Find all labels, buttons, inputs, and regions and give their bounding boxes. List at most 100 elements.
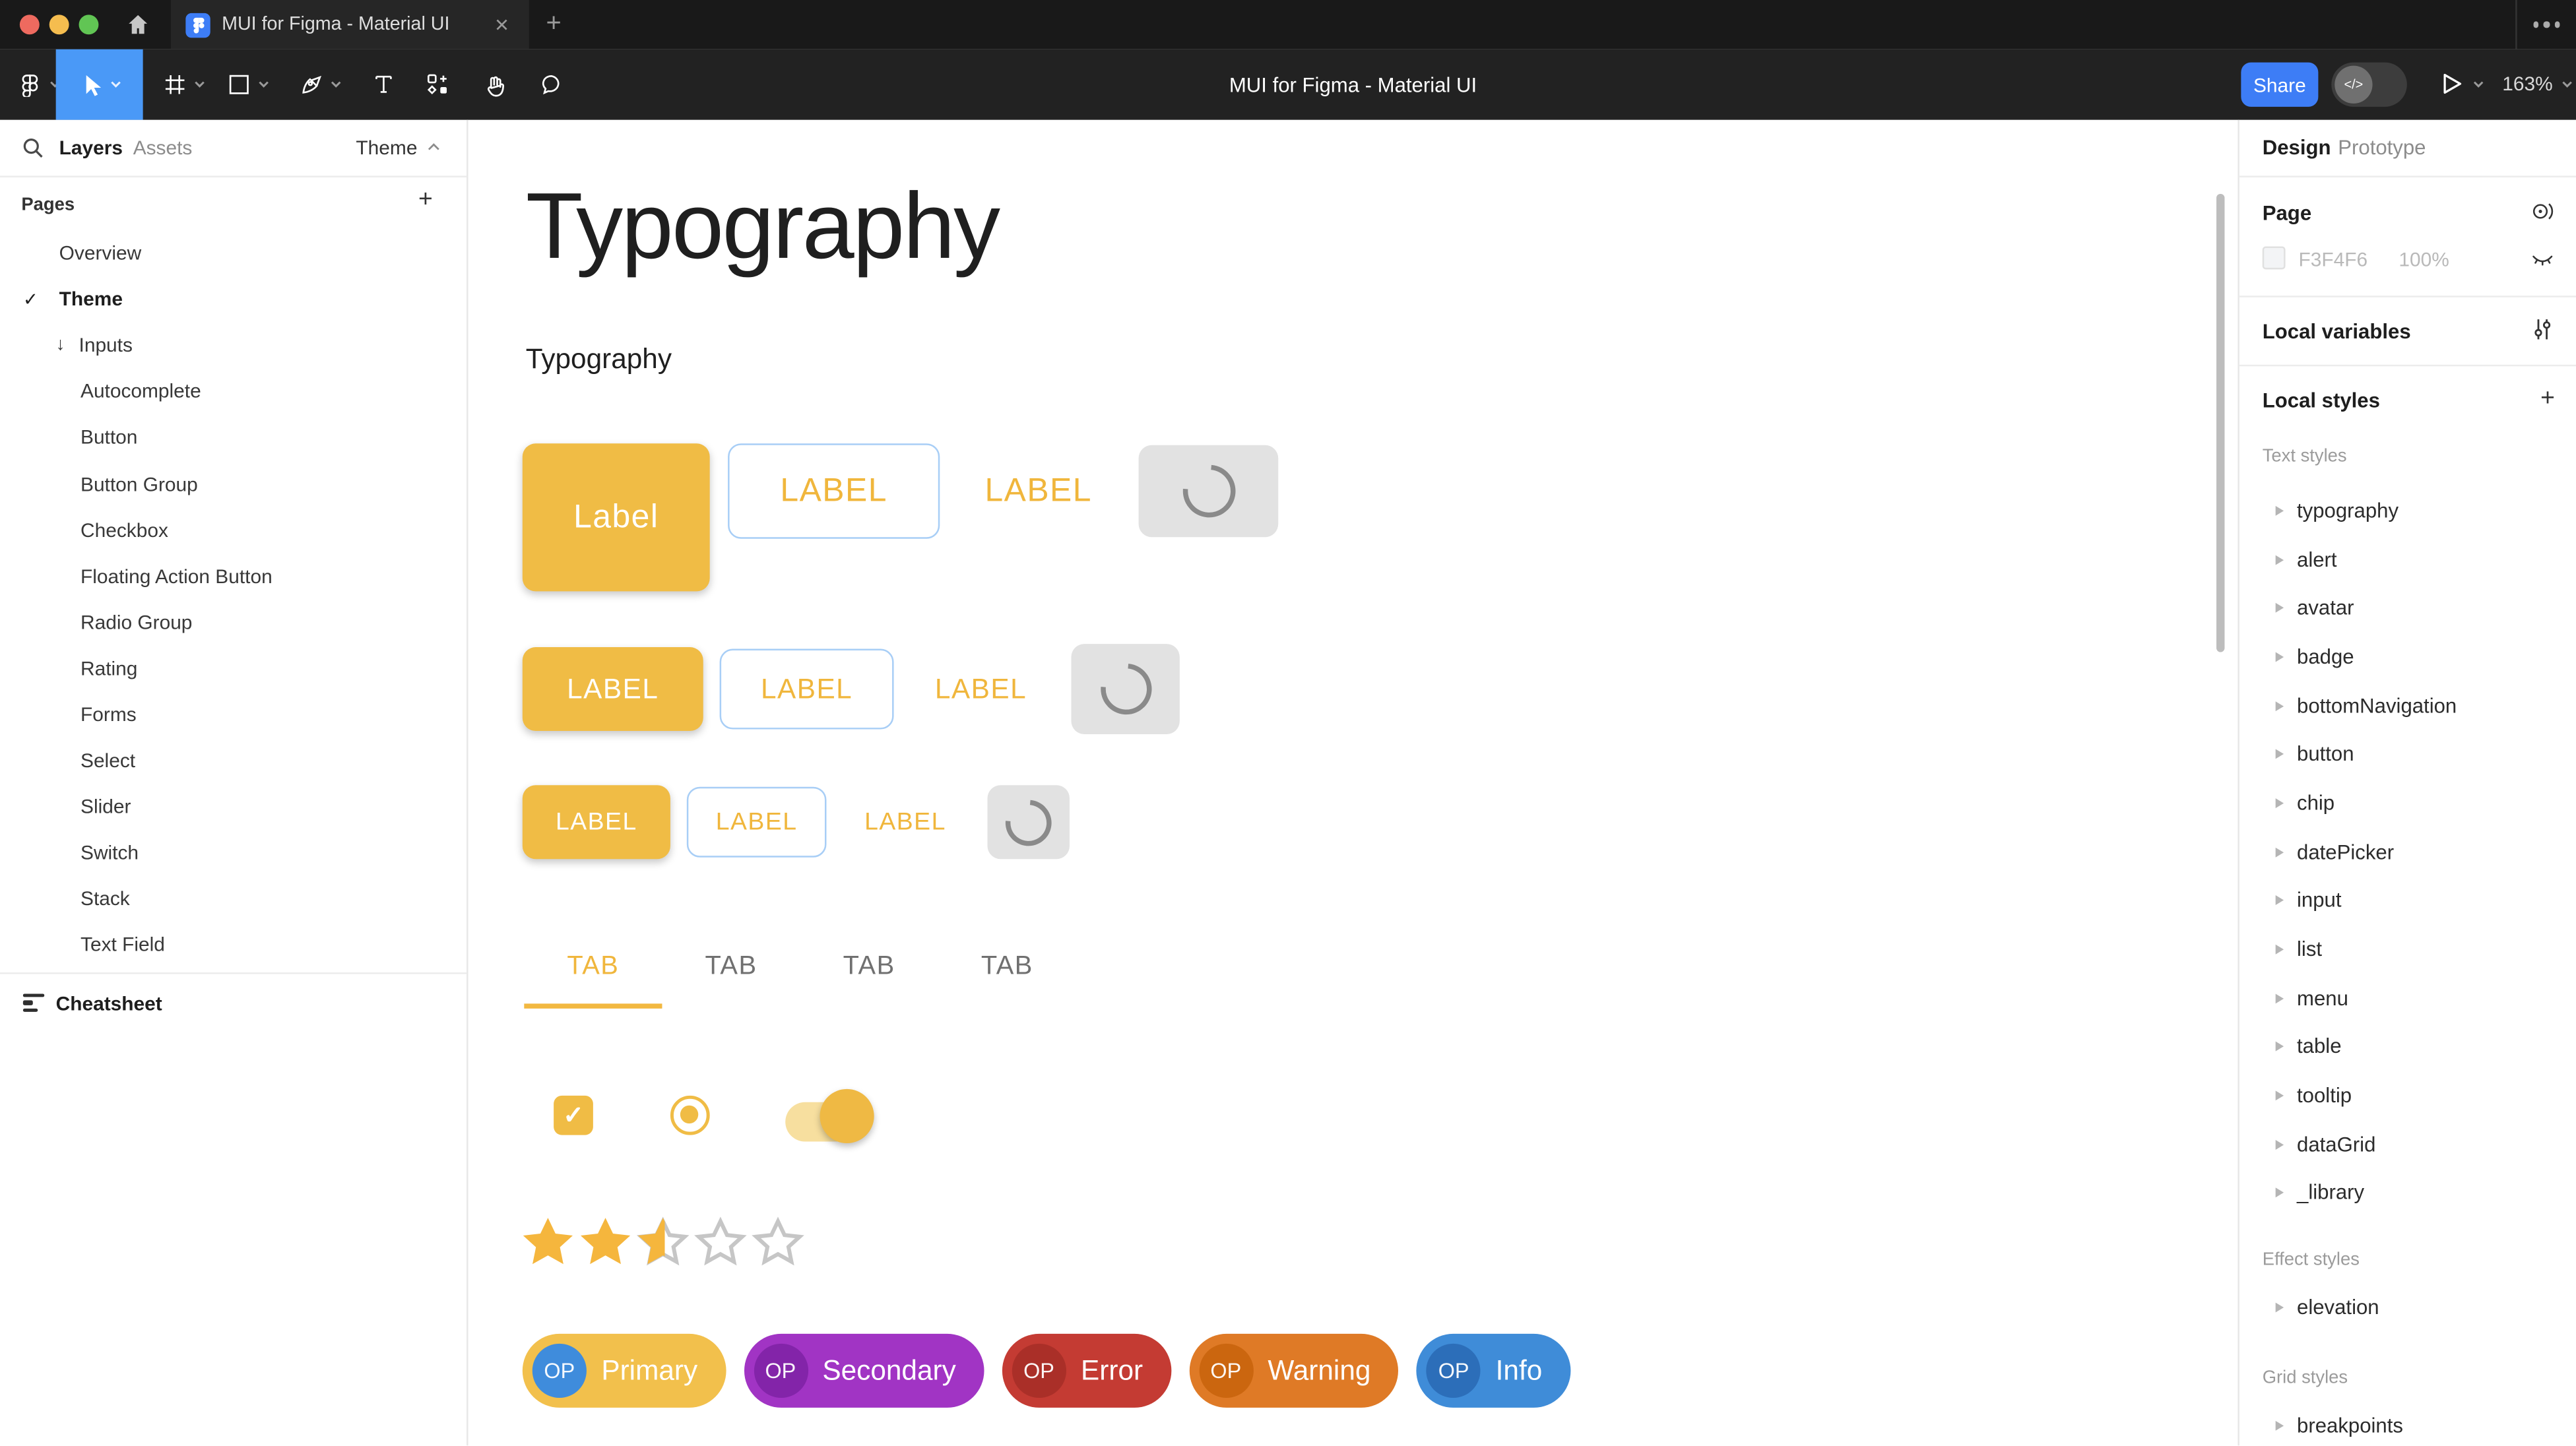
style-item-avatar[interactable]: avatar xyxy=(2239,584,2576,633)
chip-error[interactable]: OPError xyxy=(1002,1334,1171,1408)
style-item-menu[interactable]: menu xyxy=(2239,974,2576,1022)
present-button[interactable] xyxy=(2441,73,2484,96)
text-tool-button[interactable] xyxy=(362,49,404,120)
contained-button-medium[interactable]: LABEL xyxy=(523,647,703,731)
style-item-alert[interactable]: alert xyxy=(2239,535,2576,584)
home-button[interactable] xyxy=(118,5,158,44)
page-item-radio-group[interactable]: Radio Group xyxy=(0,599,467,645)
close-window-button[interactable] xyxy=(20,15,40,34)
chip-info[interactable]: OPInfo xyxy=(1417,1334,1570,1408)
page-item-button-group[interactable]: Button Group xyxy=(0,460,467,507)
avatar: OP xyxy=(1427,1344,1481,1398)
text-button-small[interactable]: LABEL xyxy=(861,802,950,841)
star-icon-filled[interactable] xyxy=(517,1214,578,1271)
tab-design[interactable]: Design xyxy=(2263,137,2331,160)
layer-item-cheatsheet[interactable]: Cheatsheet xyxy=(0,981,467,1025)
move-tool-button[interactable] xyxy=(56,49,143,120)
contained-button-small[interactable]: LABEL xyxy=(523,785,670,859)
tab-assets[interactable]: Assets xyxy=(133,137,193,160)
page-color-opacity[interactable]: 100% xyxy=(2399,248,2449,271)
page-item-forms[interactable]: Forms xyxy=(0,691,467,738)
style-item-chip[interactable]: chip xyxy=(2239,779,2576,828)
tab-prototype[interactable]: Prototype xyxy=(2338,137,2426,160)
text-button-medium[interactable]: LABEL xyxy=(933,668,1028,709)
canvas-scrollbar[interactable] xyxy=(2216,194,2224,652)
star-icon-empty[interactable] xyxy=(748,1214,808,1271)
style-item-datepicker[interactable]: datePicker xyxy=(2239,827,2576,876)
page-item-checkbox[interactable]: Checkbox xyxy=(0,507,467,553)
page-item-button[interactable]: Button xyxy=(0,414,467,460)
document-tab[interactable]: MUI for Figma - Material UI ✕ xyxy=(171,0,529,49)
styles-icon[interactable] xyxy=(2530,199,2555,223)
loading-button-large[interactable] xyxy=(1139,445,1279,537)
design-canvas[interactable]: Typography Typography Label LABEL LABEL … xyxy=(468,120,2238,1445)
style-item-library[interactable]: _library xyxy=(2239,1169,2576,1218)
page-item-floating-action-button[interactable]: Floating Action Button xyxy=(0,553,467,599)
play-icon xyxy=(2441,73,2463,96)
outlined-button-small[interactable]: LABEL xyxy=(687,787,827,858)
page-selector[interactable]: Theme xyxy=(356,137,417,160)
maximize-window-button[interactable] xyxy=(79,15,99,34)
contained-button-large[interactable]: Label xyxy=(523,443,710,591)
loading-button-medium[interactable] xyxy=(1071,644,1179,734)
shape-tool-button[interactable] xyxy=(220,49,276,120)
page-item-autocomplete[interactable]: Autocomplete xyxy=(0,368,467,414)
eye-closed-icon[interactable] xyxy=(2530,249,2555,269)
checkbox-checked[interactable]: ✓ xyxy=(554,1096,593,1135)
switch-thumb[interactable] xyxy=(820,1089,874,1143)
style-item-bottomnavigation[interactable]: bottomNavigation xyxy=(2239,681,2576,730)
page-color-hex[interactable]: F3F4F6 xyxy=(2299,248,2368,271)
add-page-button[interactable]: + xyxy=(411,185,441,213)
new-tab-button[interactable]: + xyxy=(537,5,570,44)
search-icon[interactable] xyxy=(21,137,44,160)
frame-tool-button[interactable] xyxy=(158,49,210,120)
tab-item[interactable]: TAB xyxy=(938,931,1076,1004)
page-item-rating[interactable]: Rating xyxy=(0,645,467,691)
page-item-stack[interactable]: Stack xyxy=(0,876,467,922)
pen-tool-button[interactable] xyxy=(292,49,348,120)
tab-indicator xyxy=(524,1003,662,1008)
style-item-table[interactable]: table xyxy=(2239,1022,2576,1071)
tab-layers[interactable]: Layers xyxy=(59,137,123,160)
outlined-button-large[interactable]: LABEL xyxy=(728,443,940,538)
chip-warning[interactable]: OPWarning xyxy=(1189,1334,1399,1408)
share-button[interactable]: Share xyxy=(2241,63,2318,107)
style-item-breakpoints[interactable]: breakpoints xyxy=(2239,1401,2576,1446)
style-item-datagrid[interactable]: dataGrid xyxy=(2239,1120,2576,1169)
tab-item[interactable]: TAB xyxy=(662,931,800,1004)
style-item-typography[interactable]: typography xyxy=(2239,486,2576,535)
radio-button-selected[interactable] xyxy=(670,1096,710,1135)
outlined-button-medium[interactable]: LABEL xyxy=(720,649,894,730)
chip-primary[interactable]: OPPrimary xyxy=(523,1334,726,1408)
style-item-elevation[interactable]: elevation xyxy=(2239,1283,2576,1332)
style-item-badge[interactable]: badge xyxy=(2239,633,2576,681)
dev-mode-toggle[interactable]: </> xyxy=(2331,63,2407,107)
overflow-menu-button[interactable] xyxy=(2532,21,2560,27)
page-item-switch[interactable]: Switch xyxy=(0,830,467,876)
style-item-button[interactable]: button xyxy=(2239,730,2576,779)
tab-item[interactable]: TAB xyxy=(800,931,938,1004)
add-style-button[interactable]: + xyxy=(2540,385,2555,412)
star-icon-empty[interactable] xyxy=(690,1214,751,1271)
variables-icon[interactable] xyxy=(2530,317,2555,342)
page-item-theme[interactable]: ✓Theme xyxy=(0,276,467,323)
tab-item-selected[interactable]: TAB xyxy=(524,931,662,1004)
style-item-list[interactable]: list xyxy=(2239,925,2576,974)
style-item-tooltip[interactable]: tooltip xyxy=(2239,1071,2576,1120)
page-item-inputs[interactable]: ↓Inputs xyxy=(0,323,467,369)
star-icon-half[interactable] xyxy=(633,1214,693,1271)
page-item-select[interactable]: Select xyxy=(0,738,467,784)
star-icon-filled[interactable] xyxy=(575,1214,636,1271)
zoom-menu[interactable]: 163% xyxy=(2502,73,2572,96)
style-item-input[interactable]: input xyxy=(2239,876,2576,925)
page-item-text-field[interactable]: Text Field xyxy=(0,922,467,968)
minimize-window-button[interactable] xyxy=(49,15,69,34)
close-tab-button[interactable]: ✕ xyxy=(489,11,514,38)
loading-button-small[interactable] xyxy=(987,785,1070,859)
page-item-slider[interactable]: Slider xyxy=(0,784,467,830)
page-item-overview[interactable]: Overview xyxy=(0,230,467,276)
chip-secondary[interactable]: OPSecondary xyxy=(744,1334,984,1408)
page-color-swatch[interactable] xyxy=(2263,247,2286,270)
actions-tool-button[interactable] xyxy=(414,49,460,120)
text-button-large[interactable]: LABEL xyxy=(986,468,1091,515)
